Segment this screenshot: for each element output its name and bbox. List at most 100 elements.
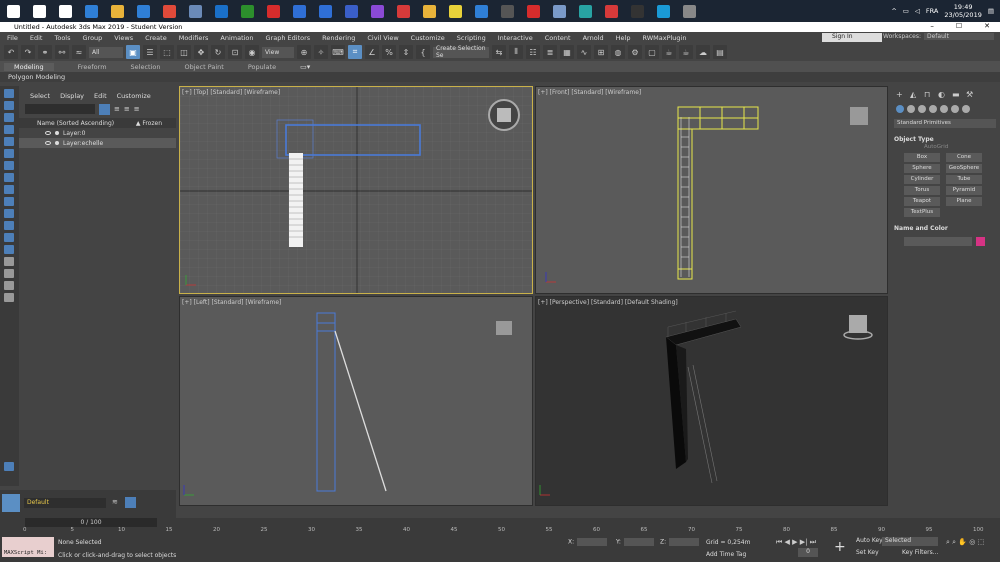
tab-selection[interactable]: Selection — [131, 63, 161, 71]
display-influences-icon[interactable] — [4, 269, 14, 278]
app-infinity-icon[interactable] — [338, 0, 364, 22]
menu-customize[interactable]: Customize — [411, 34, 445, 42]
create-layer-icon[interactable]: ≡ — [114, 105, 120, 113]
settings-icon[interactable] — [676, 0, 702, 22]
window-crossing-icon[interactable]: ◫ — [177, 45, 191, 59]
app-pikachu-icon[interactable] — [442, 0, 468, 22]
sign-in-button[interactable]: Sign In — [822, 33, 882, 42]
tab-object-paint[interactable]: Object Paint — [185, 63, 224, 71]
acrobat-icon[interactable] — [520, 0, 546, 22]
named-selection-dropdown[interactable]: Create Selection Se — [433, 45, 489, 59]
viewport-label[interactable]: [+] [Top] [Standard] [Wireframe] — [182, 89, 280, 96]
menu-help[interactable]: Help — [616, 34, 631, 42]
maxscript-listener[interactable]: MAXScript Mi: — [2, 537, 54, 557]
viewport-top[interactable]: [+] [Top] [Standard] [Wireframe] — [179, 86, 533, 294]
pyramid-button[interactable]: Pyramid — [946, 186, 982, 195]
angle-snap-icon[interactable]: ∠ — [365, 45, 379, 59]
viewport-label[interactable]: [+] [Perspective] [Standard] [Default Sh… — [538, 299, 678, 306]
maximize-viewport-icon[interactable]: ⬚ — [978, 538, 985, 546]
language-indicator[interactable]: FRA — [926, 7, 938, 15]
primitive-category-dropdown[interactable]: Standard Primitives — [894, 119, 996, 128]
viewport-label[interactable]: [+] [Left] [Standard] [Wireframe] — [182, 299, 281, 306]
x-input[interactable] — [577, 538, 608, 546]
menu-content[interactable]: Content — [545, 34, 571, 42]
visibility-eye-icon[interactable] — [45, 131, 51, 135]
spinner-snap-icon[interactable]: ⇕ — [399, 45, 413, 59]
list-item[interactable]: Layer:0 — [19, 128, 176, 138]
layers-icon[interactable]: ≋ — [112, 498, 122, 508]
render-production-icon[interactable]: ☕ — [662, 45, 676, 59]
display-frozen-icon[interactable] — [4, 233, 14, 242]
geometry-icon[interactable] — [896, 105, 904, 113]
sync-selection-icon[interactable] — [4, 293, 14, 302]
tab-populate[interactable]: Populate — [248, 63, 276, 71]
display-all-icon[interactable] — [4, 101, 14, 110]
play-icon[interactable]: ▶ — [792, 538, 797, 546]
workspaces-selector[interactable]: Workspaces: Default — [883, 33, 994, 40]
scene-menu-customize[interactable]: Customize — [117, 92, 151, 100]
shield-icon[interactable] — [598, 0, 624, 22]
polygon-modeling-panel[interactable]: Polygon Modeling — [0, 72, 1000, 82]
zoom-all-icon[interactable]: ⌕ — [952, 538, 956, 546]
redo-icon[interactable]: ↷ — [21, 45, 35, 59]
display-xrefs-icon[interactable] — [4, 197, 14, 206]
task-view-icon[interactable] — [52, 0, 78, 22]
next-frame-icon[interactable]: ▶| — [800, 538, 808, 546]
rendered-frame-window-icon[interactable]: ▢ — [645, 45, 659, 59]
list-item[interactable]: Layer:echelle — [19, 138, 176, 148]
go-to-end-icon[interactable]: ⏭ — [810, 538, 816, 546]
key-mode-dropdown[interactable]: Selected — [882, 537, 938, 546]
place-icon[interactable]: ◉ — [245, 45, 259, 59]
hierarchy-tab-icon[interactable]: ⊓ — [924, 90, 934, 100]
maximize-icon[interactable]: ☐ — [956, 22, 962, 30]
textplus-button[interactable]: TextPlus — [904, 208, 940, 217]
tab-freeform[interactable]: Freeform — [78, 63, 107, 71]
render-cloud-icon[interactable]: ☁ — [696, 45, 710, 59]
outlook-icon[interactable] — [208, 0, 234, 22]
network-icon[interactable]: ▭ — [903, 7, 909, 15]
app-esu-icon[interactable] — [468, 0, 494, 22]
rectangle-selection-icon[interactable]: ⬚ — [160, 45, 174, 59]
torus-button[interactable]: Torus — [904, 186, 940, 195]
modify-tab-icon[interactable]: ◭ — [910, 90, 920, 100]
menu-create[interactable]: Create — [145, 34, 167, 42]
cameras-icon[interactable] — [929, 105, 937, 113]
filter-icon[interactable] — [99, 103, 110, 115]
column-frozen[interactable]: ▲ Frozen — [136, 120, 162, 127]
app-yellow-icon[interactable] — [416, 0, 442, 22]
active-layer-dropdown[interactable]: Default — [24, 498, 106, 508]
set-key-plus-icon[interactable]: + — [834, 540, 848, 554]
close-icon[interactable]: ✕ — [984, 22, 990, 30]
menu-interactive[interactable]: Interactive — [498, 34, 533, 42]
add-to-layer-icon[interactable]: ≡ — [124, 105, 130, 113]
menu-group[interactable]: Group — [83, 34, 103, 42]
viewport-label[interactable]: [+] [Front] [Standard] [Wireframe] — [538, 89, 641, 96]
z-input[interactable] — [669, 538, 700, 546]
select-by-name-icon[interactable]: ☰ — [143, 45, 157, 59]
layer-manager-icon[interactable] — [125, 497, 136, 508]
render-iterative-icon[interactable]: ☕ — [679, 45, 693, 59]
time-slider[interactable]: 0 / 100 — [25, 518, 157, 527]
explorer-switch-icon[interactable] — [2, 494, 20, 512]
display-helpers-icon[interactable] — [4, 161, 14, 170]
scene-menu-select[interactable]: Select — [30, 92, 50, 100]
menu-rendering[interactable]: Rendering — [322, 34, 355, 42]
column-name[interactable]: Name (Sorted Ascending) — [37, 120, 114, 127]
visibility-eye-icon[interactable] — [45, 141, 51, 145]
display-cameras-icon[interactable] — [4, 149, 14, 158]
move-icon[interactable]: ✥ — [194, 45, 208, 59]
go-to-start-icon[interactable]: ⏮ — [776, 538, 782, 546]
select-object-icon[interactable]: ▣ — [126, 45, 140, 59]
viewport-front[interactable]: [+] [Front] [Standard] [Wireframe] — [535, 86, 888, 294]
helpers-icon[interactable] — [940, 105, 948, 113]
auto-key-button[interactable]: Auto Key — [856, 537, 883, 544]
curve-editor-icon[interactable]: ∿ — [577, 45, 591, 59]
clock[interactable]: 19:49 23/05/2019 — [944, 3, 981, 19]
menu-arnold[interactable]: Arnold — [583, 34, 604, 42]
display-bones-icon[interactable] — [4, 209, 14, 218]
scene-menu-edit[interactable]: Edit — [94, 92, 107, 100]
name-and-color-rollout[interactable]: Name and Color — [894, 224, 996, 233]
display-tab-icon[interactable]: ▬ — [952, 90, 962, 100]
plane-button[interactable]: Plane — [946, 197, 982, 206]
layer-options-icon[interactable]: ≡ — [134, 105, 140, 113]
